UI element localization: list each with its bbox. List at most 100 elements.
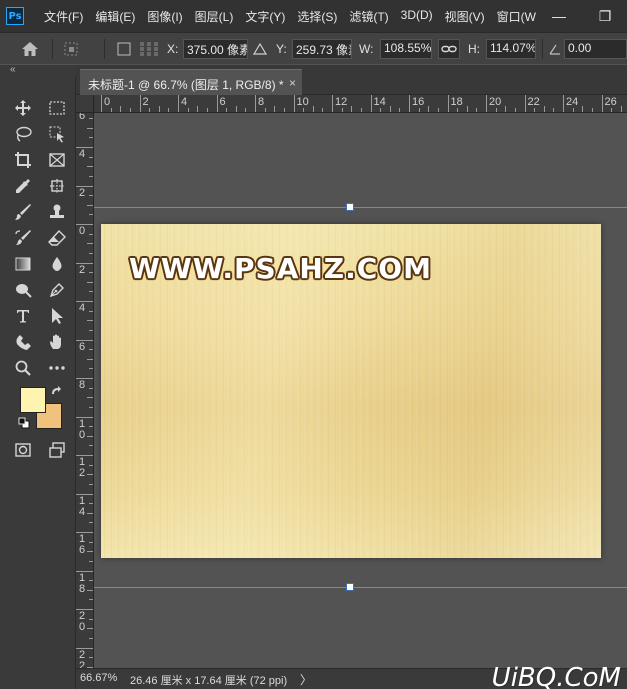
blur-icon[interactable] [46, 253, 68, 275]
menu-file[interactable]: 文件(F) [38, 8, 89, 25]
crop-icon[interactable] [12, 149, 34, 171]
dodge-icon[interactable] [12, 279, 34, 301]
ruler-label: 1 4 [79, 494, 86, 518]
width-field[interactable]: 108.55% [380, 39, 432, 59]
ruler-corner[interactable] [76, 95, 94, 113]
collapse-icon[interactable]: « [10, 64, 16, 75]
ruler-label: 14 [373, 96, 386, 108]
ruler-minor-tick [206, 108, 208, 112]
ruler-minor-tick [87, 551, 93, 553]
eraser-icon[interactable] [46, 227, 68, 249]
quick-mask-icon[interactable] [12, 439, 34, 461]
transform-handle-bottom[interactable] [346, 583, 354, 591]
tools-panel-header: « [0, 64, 76, 77]
ruler-tick [370, 95, 372, 112]
swap-colors-icon[interactable] [50, 385, 62, 400]
ruler-label: 2 [79, 263, 86, 276]
vertical-ruler[interactable]: 6 4 2 0 2 4 6 8 1 0 1 2 1 4 1 6 1 8 2 0 2 2 [76, 113, 94, 668]
menu-select[interactable]: 选择(S) [291, 8, 343, 25]
ruler-label: 20 [489, 96, 502, 108]
history-brush-icon[interactable] [12, 227, 34, 249]
healing-icon[interactable] [46, 175, 68, 197]
zoom-level[interactable]: 66.67% [80, 672, 117, 684]
ruler-tick [332, 95, 333, 112]
height-field[interactable]: 114.07% [486, 39, 536, 59]
menu-bar: Ps 文件(F) 编辑(E) 图像(I) 图层(L) 文字(Y) 选择(S) 滤… [0, 0, 627, 32]
document-canvas[interactable]: WWW.PSAHZ.COM [101, 224, 601, 558]
shape-icon[interactable] [12, 331, 34, 353]
delta-icon[interactable] [252, 39, 268, 59]
guide-line-bottom[interactable] [94, 587, 627, 588]
screen-mode-icon[interactable] [46, 439, 68, 461]
reference-point-checkbox[interactable] [116, 39, 132, 59]
ruler-minor-tick [87, 628, 93, 630]
close-icon[interactable]: × [289, 76, 296, 90]
menu-edit[interactable]: 编辑(E) [89, 8, 141, 25]
ruler-tick [101, 95, 102, 112]
home-icon[interactable] [20, 39, 40, 59]
restore-button[interactable]: ❐ [583, 0, 627, 32]
menu-image[interactable]: 图像(I) [141, 8, 188, 25]
ruler-label: 2 0 [79, 610, 86, 633]
ruler-label: 24 [566, 96, 579, 108]
link-icon[interactable] [438, 39, 460, 59]
ruler-minor-tick [89, 522, 93, 524]
x-position-field[interactable]: 375.00 像素 [183, 39, 248, 59]
ruler-minor-tick [120, 106, 122, 112]
ruler-minor-tick [505, 106, 507, 112]
horizontal-ruler[interactable]: 0 2 4 6 8 10 12 14 16 18 20 22 24 26 [94, 95, 627, 113]
ruler-tick [139, 95, 141, 112]
guide-line-top[interactable] [94, 207, 627, 208]
ruler-minor-tick [360, 108, 362, 112]
status-menu-arrow[interactable]: 〉 [300, 671, 312, 688]
ruler-minor-tick [322, 108, 324, 112]
move-icon[interactable] [12, 97, 34, 119]
ruler-minor-tick [89, 503, 93, 505]
ruler-minor-tick [87, 243, 93, 245]
default-colors-icon[interactable] [18, 417, 30, 432]
reference-point-icon[interactable] [138, 39, 160, 59]
menu-filter[interactable]: 滤镜(T) [343, 8, 394, 25]
ruler-label: 16 [412, 96, 425, 108]
ruler-label: 0 [79, 225, 86, 237]
minimize-button[interactable]: — [537, 0, 581, 32]
foreground-color-swatch[interactable] [20, 387, 46, 413]
path-select-icon[interactable] [46, 305, 68, 327]
transform-mode-icon[interactable] [62, 39, 86, 59]
ruler-minor-tick [235, 106, 237, 112]
canvas-area[interactable]: WWW.PSAHZ.COM [94, 113, 627, 668]
menu-3d[interactable]: 3D(D) [395, 8, 439, 25]
status-bar: 66.67% 26.46 厘米 x 17.64 厘米 (72 ppi) 〉 Ui… [76, 663, 627, 689]
ruler-minor-tick [437, 108, 439, 112]
menu-view[interactable]: 视图(V) [439, 8, 491, 25]
marquee-icon[interactable] [46, 97, 68, 119]
ruler-label: 1 6 [79, 533, 86, 556]
zoom-icon[interactable] [12, 357, 34, 379]
lasso-icon[interactable] [12, 123, 34, 145]
watermark: UiBQ.CoM [491, 663, 621, 689]
menu-list: 文件(F) 编辑(E) 图像(I) 图层(L) 文字(Y) 选择(S) 滤镜(T… [38, 8, 542, 25]
hand-icon[interactable] [46, 331, 68, 353]
ruler-tick [216, 95, 218, 112]
document-tab[interactable]: 未标题-1 @ 66.7% (图层 1, RGB/8) * × [80, 69, 302, 95]
type-icon[interactable] [12, 305, 34, 327]
more-icon[interactable] [46, 357, 68, 379]
y-position-field[interactable]: 259.73 像素 [292, 39, 352, 59]
ruler-label: 12 [335, 96, 348, 108]
ruler-minor-tick [87, 512, 93, 514]
gradient-icon[interactable] [12, 253, 34, 275]
frame-icon[interactable] [46, 149, 68, 171]
quick-select-icon[interactable] [46, 123, 68, 145]
rotate-angle-field[interactable]: 0.00 [564, 39, 627, 59]
ruler-minor-tick [380, 108, 382, 112]
stamp-icon[interactable] [46, 201, 68, 223]
menu-layer[interactable]: 图层(L) [189, 8, 240, 25]
eyedropper-icon[interactable] [12, 175, 34, 197]
pen-icon[interactable] [46, 279, 68, 301]
transform-handle-top[interactable] [346, 203, 354, 211]
options-divider [542, 39, 543, 59]
brush-icon[interactable] [12, 201, 34, 223]
ruler-minor-tick [466, 106, 468, 112]
menu-window[interactable]: 窗口(W [491, 8, 542, 25]
menu-type[interactable]: 文字(Y) [239, 8, 291, 25]
